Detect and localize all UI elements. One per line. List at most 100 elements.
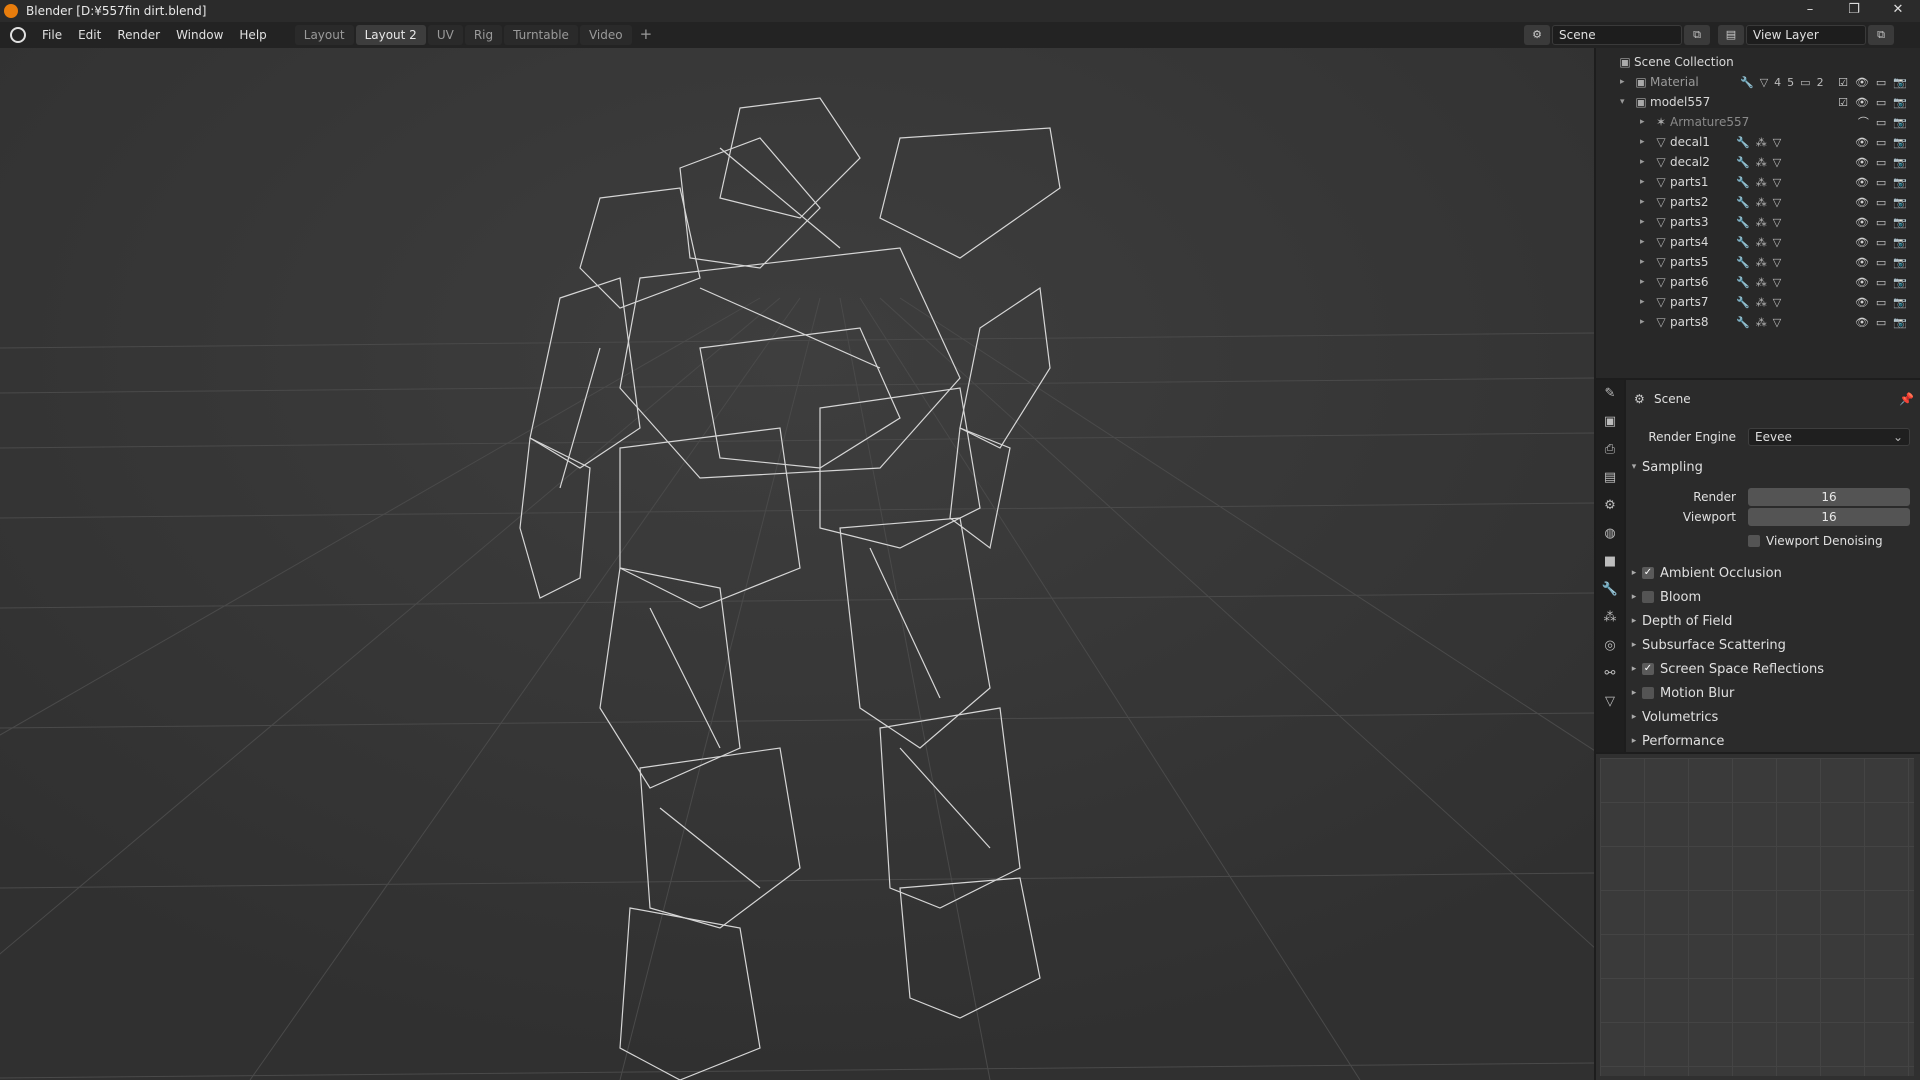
add-workspace-button[interactable]: + [634,25,659,45]
outliner-item[interactable]: ▸ ▽ parts5 🔧⁂▽ 👁▭📷 [1640,252,1920,272]
restore-button[interactable]: ❐ [1832,0,1876,22]
section-depth-of-field[interactable]: ▸ Depth of Field [1626,610,1920,632]
minimize-button[interactable]: – [1788,0,1832,22]
tool-tab-icon[interactable]: ✎ [1596,380,1624,408]
visibility-toggles[interactable]: 👁▭📷 [1855,156,1914,169]
view-layer-selector[interactable]: View Layer [1746,25,1866,45]
collection-row[interactable]: ▾ ▣ model557 ☑👁▭📷 [1620,92,1920,112]
expand-icon[interactable]: ▸ [1640,237,1652,247]
visibility-toggles[interactable]: 👁▭📷 [1855,296,1914,309]
physics-tab-icon[interactable]: ◎ [1596,632,1624,660]
outliner-item[interactable]: ▸ ▽ parts4 🔧⁂▽ 👁▭📷 [1640,232,1920,252]
viewport-denoising-row[interactable]: Viewport Denoising [1748,530,1918,552]
motion-blur-checkbox[interactable] [1642,687,1654,699]
blender-menu-icon[interactable] [10,27,26,43]
screen-space-reflections-checkbox[interactable]: ✓ [1642,663,1654,675]
render-engine-dropdown[interactable]: Eevee ⌄ [1748,428,1910,446]
section-volumetrics[interactable]: ▸ Volumetrics [1626,706,1920,728]
outliner-item[interactable]: ▸ ▽ parts3 🔧⁂▽ 👁▭📷 [1640,212,1920,232]
section-bloom[interactable]: ▸ Bloom [1626,586,1920,608]
visibility-toggles[interactable]: 👁▭📷 [1855,176,1914,189]
visibility-toggles[interactable]: ☑👁▭📷 [1838,76,1914,89]
outliner-item[interactable]: ▸ ▽ parts6 🔧⁂▽ 👁▭📷 [1640,272,1920,292]
expand-icon[interactable]: ▸ [1640,197,1652,207]
menu-edit[interactable]: Edit [70,28,109,42]
section-motion-blur[interactable]: ▸ Motion Blur [1626,682,1920,704]
section-ambient-occlusion[interactable]: ▸ ✓ Ambient Occlusion [1626,562,1920,584]
visibility-toggles[interactable]: ☑👁▭📷 [1838,96,1914,109]
menu-window[interactable]: Window [168,28,231,42]
outliner-item[interactable]: ▸ ✶ Armature557 ⌒▭📷 [1640,112,1920,132]
viewport-denoising-checkbox[interactable] [1748,535,1760,547]
expand-icon[interactable]: ▸ [1640,317,1652,327]
expand-icon[interactable]: ▸ [1640,297,1652,307]
modifier-tab-icon[interactable]: 🔧 [1596,576,1624,604]
section-performance[interactable]: ▸ Performance [1626,730,1920,752]
expand-icon[interactable]: ▸ [1640,257,1652,267]
particles-tab-icon[interactable]: ⁂ [1596,604,1624,632]
section-label: Performance [1642,733,1725,749]
tab-turntable[interactable]: Turntable [504,25,578,45]
ambient-occlusion-checkbox[interactable]: ✓ [1642,567,1654,579]
view-layer-tab-icon[interactable]: ▤ [1596,464,1624,492]
outliner-item[interactable]: ▸ ▽ decal1 🔧⁂▽ 👁▭📷 [1640,132,1920,152]
render-samples-field[interactable]: 16 [1748,488,1910,506]
expand-icon[interactable]: ▸ [1640,137,1652,147]
expand-icon[interactable]: ▸ [1620,77,1632,87]
visibility-toggles[interactable]: 👁▭📷 [1855,316,1914,329]
visibility-toggles[interactable]: 👁▭📷 [1855,196,1914,209]
properties-tab-bar: ✎ ▣ ⎙ ▤ ⚙ ◍ ■ 🔧 ⁂ ◎ ⚯ ▽ [1596,380,1624,752]
data-tab-icon[interactable]: ▽ [1596,688,1624,716]
outliner-item[interactable]: ▸ ▽ decal2 🔧⁂▽ 👁▭📷 [1640,152,1920,172]
visibility-toggles[interactable]: 👁▭📷 [1855,236,1914,249]
secondary-editor[interactable] [1596,754,1920,1080]
collection-row[interactable]: ▸ ▣ Material 🔧▽45▭2 ☑👁▭📷 [1620,72,1920,92]
scene-collection-row[interactable]: ▣ Scene Collection [1616,52,1920,72]
visibility-toggles[interactable]: 👁▭📷 [1855,136,1914,149]
expand-icon[interactable]: ▸ [1640,157,1652,167]
tab-layout-2[interactable]: Layout 2 [355,25,426,45]
menu-file[interactable]: File [34,28,70,42]
menu-help[interactable]: Help [231,28,274,42]
outliner-item[interactable]: ▸ ▽ parts8 🔧⁂▽ 👁▭📷 [1640,312,1920,332]
outliner-item[interactable]: ▸ ▽ parts2 🔧⁂▽ 👁▭📷 [1640,192,1920,212]
new-view-layer-icon[interactable]: ⧉ [1868,25,1894,45]
3d-viewport[interactable] [0,48,1594,1080]
menu-render[interactable]: Render [109,28,168,42]
bloom-checkbox[interactable] [1642,591,1654,603]
viewport-samples-field[interactable]: 16 [1748,508,1910,526]
scene-tab-icon[interactable]: ⚙ [1596,492,1624,520]
tab-uv[interactable]: UV [427,25,463,45]
outliner-item[interactable]: ▸ ▽ parts7 🔧⁂▽ 👁▭📷 [1640,292,1920,312]
pin-icon[interactable]: 📌 [1899,392,1914,406]
world-tab-icon[interactable]: ◍ [1596,520,1624,548]
visibility-toggles[interactable]: 👁▭📷 [1855,276,1914,289]
output-tab-icon[interactable]: ⎙ [1596,436,1624,464]
new-scene-icon[interactable]: ⧉ [1684,25,1710,45]
expand-icon[interactable]: ▸ [1640,217,1652,227]
tab-layout[interactable]: Layout [294,25,354,45]
visibility-toggles[interactable]: ⌒▭📷 [1858,114,1914,130]
expand-icon[interactable]: ▸ [1640,177,1652,187]
scene-selector[interactable]: Scene [1552,25,1682,45]
view-layer-icon[interactable]: ▤ [1718,25,1744,45]
tab-video[interactable]: Video [579,25,632,45]
object-tab-icon[interactable]: ■ [1596,548,1624,576]
outliner-item-label: parts3 [1670,215,1709,229]
visibility-toggles[interactable]: 👁▭📷 [1855,256,1914,269]
outliner-item[interactable]: ▸ ▽ parts1 🔧⁂▽ 👁▭📷 [1640,172,1920,192]
visibility-toggles[interactable]: 👁▭📷 [1855,216,1914,229]
constraints-tab-icon[interactable]: ⚯ [1596,660,1624,688]
section-screen-space-reflections[interactable]: ▸ ✓ Screen Space Reflections [1626,658,1920,680]
section-subsurface-scattering[interactable]: ▸ Subsurface Scattering [1626,634,1920,656]
scene-type-icon[interactable]: ⚙ [1524,25,1550,45]
render-tab-icon[interactable]: ▣ [1596,408,1624,436]
tab-rig[interactable]: Rig [464,25,503,45]
viewport-samples-row: Viewport 16 [1626,506,1920,528]
expand-icon[interactable]: ▸ [1640,117,1652,127]
collapse-icon[interactable]: ▾ [1620,97,1632,107]
collapse-icon: ▾ [1631,462,1637,472]
close-button[interactable]: ✕ [1876,0,1920,22]
sampling-section-header[interactable]: ▾ Sampling [1626,456,1920,478]
expand-icon[interactable]: ▸ [1640,277,1652,287]
